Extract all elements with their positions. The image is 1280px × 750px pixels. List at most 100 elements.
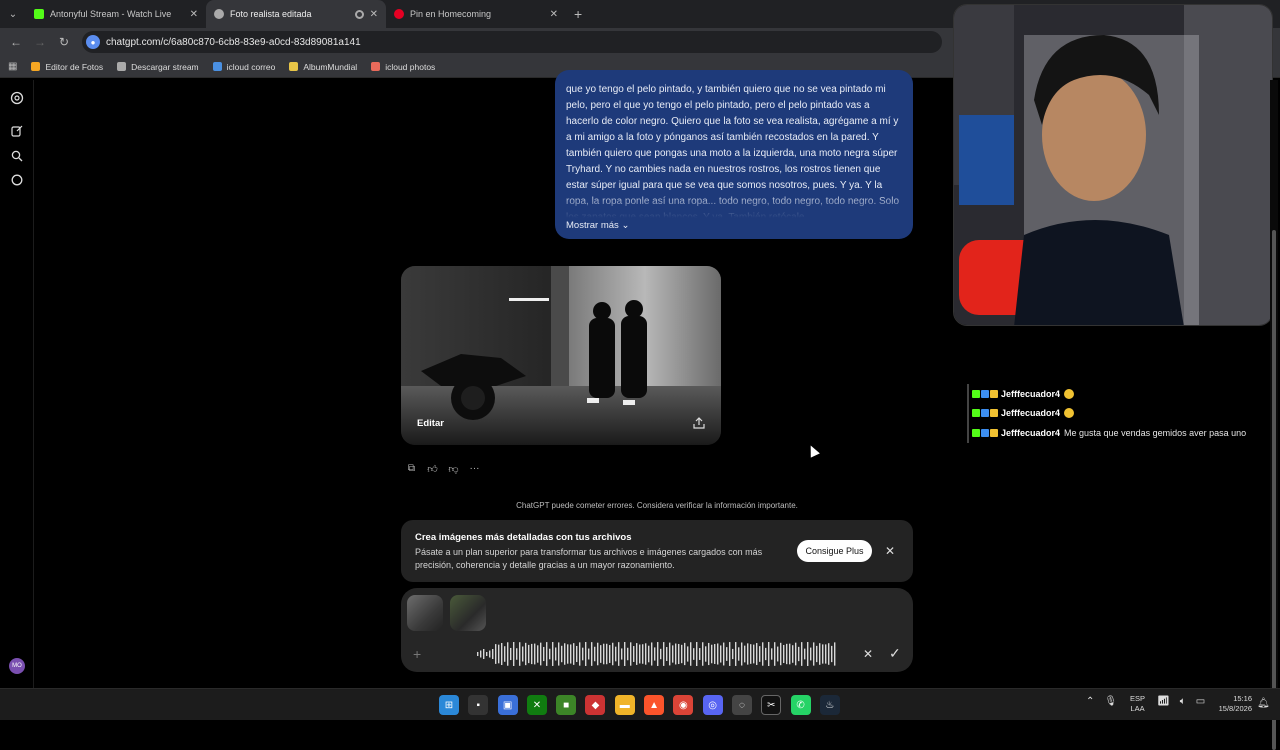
close-icon[interactable]: ✕ [550, 9, 558, 20]
chat-username[interactable]: Jefffecuador4 [1001, 389, 1060, 399]
thumbs-down-icon[interactable]: 👎︎ [443, 463, 464, 477]
waveform-bar [501, 642, 503, 666]
subscriber-badge-icon [981, 428, 989, 437]
waveform-bar [579, 642, 581, 666]
page-scrollbar[interactable] [1270, 80, 1278, 750]
chat-bubble-icon[interactable] [10, 174, 24, 188]
wifi-icon[interactable]: 📶︎ [1157, 696, 1170, 707]
waveform-bar [762, 642, 764, 666]
thumbs-up-icon[interactable]: 👍︎ [422, 463, 443, 477]
confirm-recording-icon[interactable]: ✓ [889, 645, 901, 662]
waveform-bar [645, 643, 647, 665]
waveform-bar [636, 643, 638, 665]
back-button[interactable]: ← [4, 35, 28, 49]
attachment-thumbnail[interactable] [407, 595, 443, 631]
bookmark-icloud-correo[interactable]: icloud correo [212, 62, 275, 72]
bookmark-editor-de-fotos[interactable]: Editor de Fotos [31, 62, 103, 72]
tab-search-button[interactable]: ⌄ [0, 3, 26, 25]
new-chat-icon[interactable] [10, 125, 24, 139]
waveform-bar [741, 642, 743, 666]
search-icon[interactable] [10, 150, 24, 164]
waveform-bar [495, 644, 497, 664]
volume-icon[interactable]: 🔈︎ [1180, 696, 1186, 707]
tab-chatgpt[interactable]: Foto realista editada ✕ [206, 0, 386, 28]
chevron-up-icon[interactable]: ⌃ [1086, 696, 1094, 707]
brave-icon[interactable]: ▲ [644, 695, 665, 715]
plus-icon[interactable]: + [413, 646, 421, 662]
store-icon[interactable]: ▣ [497, 695, 518, 715]
scrollbar-thumb[interactable] [1272, 230, 1276, 750]
waveform-bar [735, 642, 737, 666]
waveform-bar [789, 643, 791, 665]
new-tab-button[interactable]: + [574, 6, 582, 22]
kick-badge-icon [972, 389, 980, 398]
game-launcher-icon[interactable]: ◆ [585, 695, 606, 715]
edit-image-button[interactable]: Editar [417, 418, 444, 429]
bookmark-icon [212, 62, 222, 71]
waveform-bar [747, 643, 749, 665]
user-message-bubble: que yo tengo el pelo pintado, y también … [555, 70, 913, 239]
keyboard-layout: LAA [1130, 704, 1145, 713]
waveform-bar [486, 652, 488, 656]
avatar[interactable]: MO [9, 658, 25, 674]
waveform-bar [672, 645, 674, 663]
share-icon[interactable] [693, 417, 707, 431]
address-bar[interactable]: ● chatgpt.com/c/6a80c870-6cb8-83e9-a0cd-… [82, 31, 942, 53]
openai-logo-icon[interactable] [10, 91, 24, 105]
get-plus-button[interactable]: Consigue Plus [797, 540, 872, 562]
close-icon[interactable]: ✕ [885, 544, 895, 558]
cancel-recording-icon[interactable]: ✕ [863, 647, 873, 661]
waveform-bar [510, 647, 512, 661]
waveform-bar [564, 643, 566, 665]
steam-icon[interactable]: ♨ [819, 695, 840, 715]
waveform-bar [663, 642, 665, 666]
tab-pinterest[interactable]: Pin en Homecoming ✕ [386, 0, 566, 28]
bookmark-albummundial[interactable]: AlbumMundial [289, 62, 357, 72]
capcut-icon[interactable]: ✂ [761, 695, 782, 715]
waveform-bar [729, 642, 731, 666]
show-more-button[interactable]: Mostrar más ⌄ [566, 220, 629, 231]
reload-button[interactable]: ↻ [52, 35, 76, 49]
chrome-icon[interactable]: ◉ [673, 695, 694, 715]
attachment-thumbnail[interactable] [450, 595, 486, 631]
windows-start-icon[interactable]: ⊞ [439, 695, 459, 715]
waveform-bar [543, 646, 545, 662]
xbox-icon[interactable]: ✕ [526, 695, 547, 715]
apps-grid-icon[interactable]: ▦ [8, 61, 17, 72]
language-indicator[interactable]: ESP LAA [1130, 694, 1145, 714]
tab-kick-stream[interactable]: Antonyful Stream - Watch Live ✕ [26, 0, 206, 28]
close-icon[interactable]: ✕ [370, 9, 378, 20]
obs-icon[interactable]: ◌ [731, 695, 752, 715]
waveform-bar [609, 645, 611, 663]
minecraft-icon[interactable]: ■ [556, 695, 577, 715]
waveform-bar [513, 642, 515, 666]
microphone-icon[interactable]: 🎙︎ [1104, 696, 1117, 707]
more-options-icon[interactable]: ··· [464, 463, 485, 477]
waveform-bar [546, 642, 548, 666]
waveform-bar [585, 642, 587, 666]
whatsapp-icon[interactable]: ✆ [790, 695, 811, 715]
forward-button[interactable]: → [28, 35, 52, 49]
bookmark-descargar-stream[interactable]: Descargar stream [117, 62, 199, 72]
bookmark-icloud-photos[interactable]: icloud photos [371, 62, 435, 72]
chatgpt-sidebar: MO [0, 80, 34, 688]
generated-image[interactable]: Editar [401, 266, 721, 445]
chat-username[interactable]: Jefffecuador4 [1001, 428, 1060, 438]
waveform-bar [687, 646, 689, 662]
chatgpt-icon [214, 9, 224, 19]
task-view-icon[interactable]: ▪ [468, 695, 489, 715]
bookmark-icon [117, 62, 127, 71]
battery-icon[interactable]: ▭ [1196, 696, 1205, 707]
waveform-bar [807, 642, 809, 666]
disclaimer-text: ChatGPT puede cometer errores. Considera… [516, 501, 798, 510]
copy-icon[interactable]: ⧉ [401, 463, 422, 477]
waveform-bar [756, 643, 758, 665]
discord-icon[interactable]: ◎ [702, 695, 723, 715]
kick-icon [34, 9, 44, 19]
system-clock[interactable]: 15:16 15/8/2026 [1210, 694, 1252, 714]
file-explorer-icon[interactable]: ▬ [614, 695, 635, 715]
waveform-bar [540, 642, 542, 666]
close-icon[interactable]: ✕ [190, 9, 198, 20]
notification-icon[interactable]: 🔔︎ [1257, 698, 1270, 709]
chat-username[interactable]: Jefffecuador4 [1001, 408, 1060, 418]
